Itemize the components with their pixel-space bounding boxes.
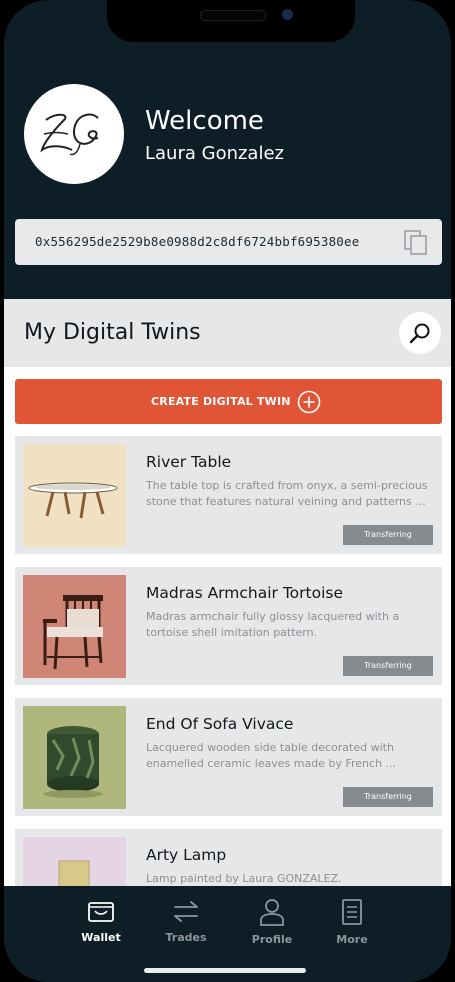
item-description: Lacquered wooden side table decorated wi… [146,741,397,770]
section-title: My Digital Twins [24,320,201,345]
list-item[interactable]: Arty Lamp Lamp painted by Laura GONZALEZ… [15,829,442,886]
wallet-address-field[interactable]: 0x556295de2529b8e0988d2c8df6724bbf695380… [15,219,442,265]
item-title: Arty Lamp [146,846,227,864]
item-description: Madras armchair fully glossy lacquered w… [146,610,400,639]
wallet-icon [88,902,114,922]
wallet-address: 0x556295de2529b8e0988d2c8df6724bbf695380… [35,234,360,249]
search-icon [409,323,430,344]
item-title: End Of Sofa Vivace [146,715,294,733]
home-indicator[interactable] [144,968,306,973]
list-item[interactable]: Madras Armchair Tortoise Madras armchair… [15,567,442,685]
list-item[interactable]: End Of Sofa Vivace Lacquered wooden side… [15,698,442,816]
tab-label-trades: Trades [165,931,207,944]
item-image [23,444,126,547]
document-icon [342,899,362,925]
item-image [23,575,126,678]
item-image [23,706,126,809]
item-description: The table top is crafted from onyx, a se… [146,479,428,508]
tab-trades[interactable]: Trades [146,898,226,958]
speaker-grille [200,10,266,21]
item-description: Lamp painted by Laura GONZALEZ. [146,872,342,885]
create-digital-twin-button[interactable]: CREATE DIGITAL TWIN [15,379,442,424]
monogram-logo [40,113,99,156]
search-button[interactable] [399,312,441,354]
tab-label-profile: Profile [251,933,293,946]
phone-screen: Welcome Laura Gonzalez 0x556295de2529b8e… [4,0,451,982]
tab-more[interactable]: More [312,898,392,958]
avatar[interactable] [24,84,124,184]
status-badge: Transferring [343,787,433,807]
device-notch [107,0,355,42]
list-item[interactable]: River Table The table top is crafted fro… [15,436,442,554]
transfer-arrows-icon [174,901,198,922]
item-title: River Table [146,453,232,471]
status-badge: Transferring [343,525,433,545]
tab-label-wallet: Wallet [81,931,121,944]
digital-twins-panel: My Digital Twins CREATE DIGITAL TWIN Riv… [4,299,451,886]
tab-label-more: More [336,933,368,946]
person-icon [260,899,284,926]
item-title: Madras Armchair Tortoise [146,584,344,602]
tab-profile[interactable]: Profile [232,898,312,958]
welcome-heading: Welcome [145,106,264,136]
item-image [23,837,126,886]
user-name: Laura Gonzalez [145,143,284,164]
create-button-label: CREATE DIGITAL TWIN [151,395,291,408]
section-header: My Digital Twins [4,299,451,367]
tab-wallet[interactable]: Wallet [61,898,141,958]
front-camera [282,9,293,20]
status-badge: Transferring [343,656,433,676]
copy-icon[interactable] [404,230,428,256]
plus-circle-icon [297,390,321,414]
